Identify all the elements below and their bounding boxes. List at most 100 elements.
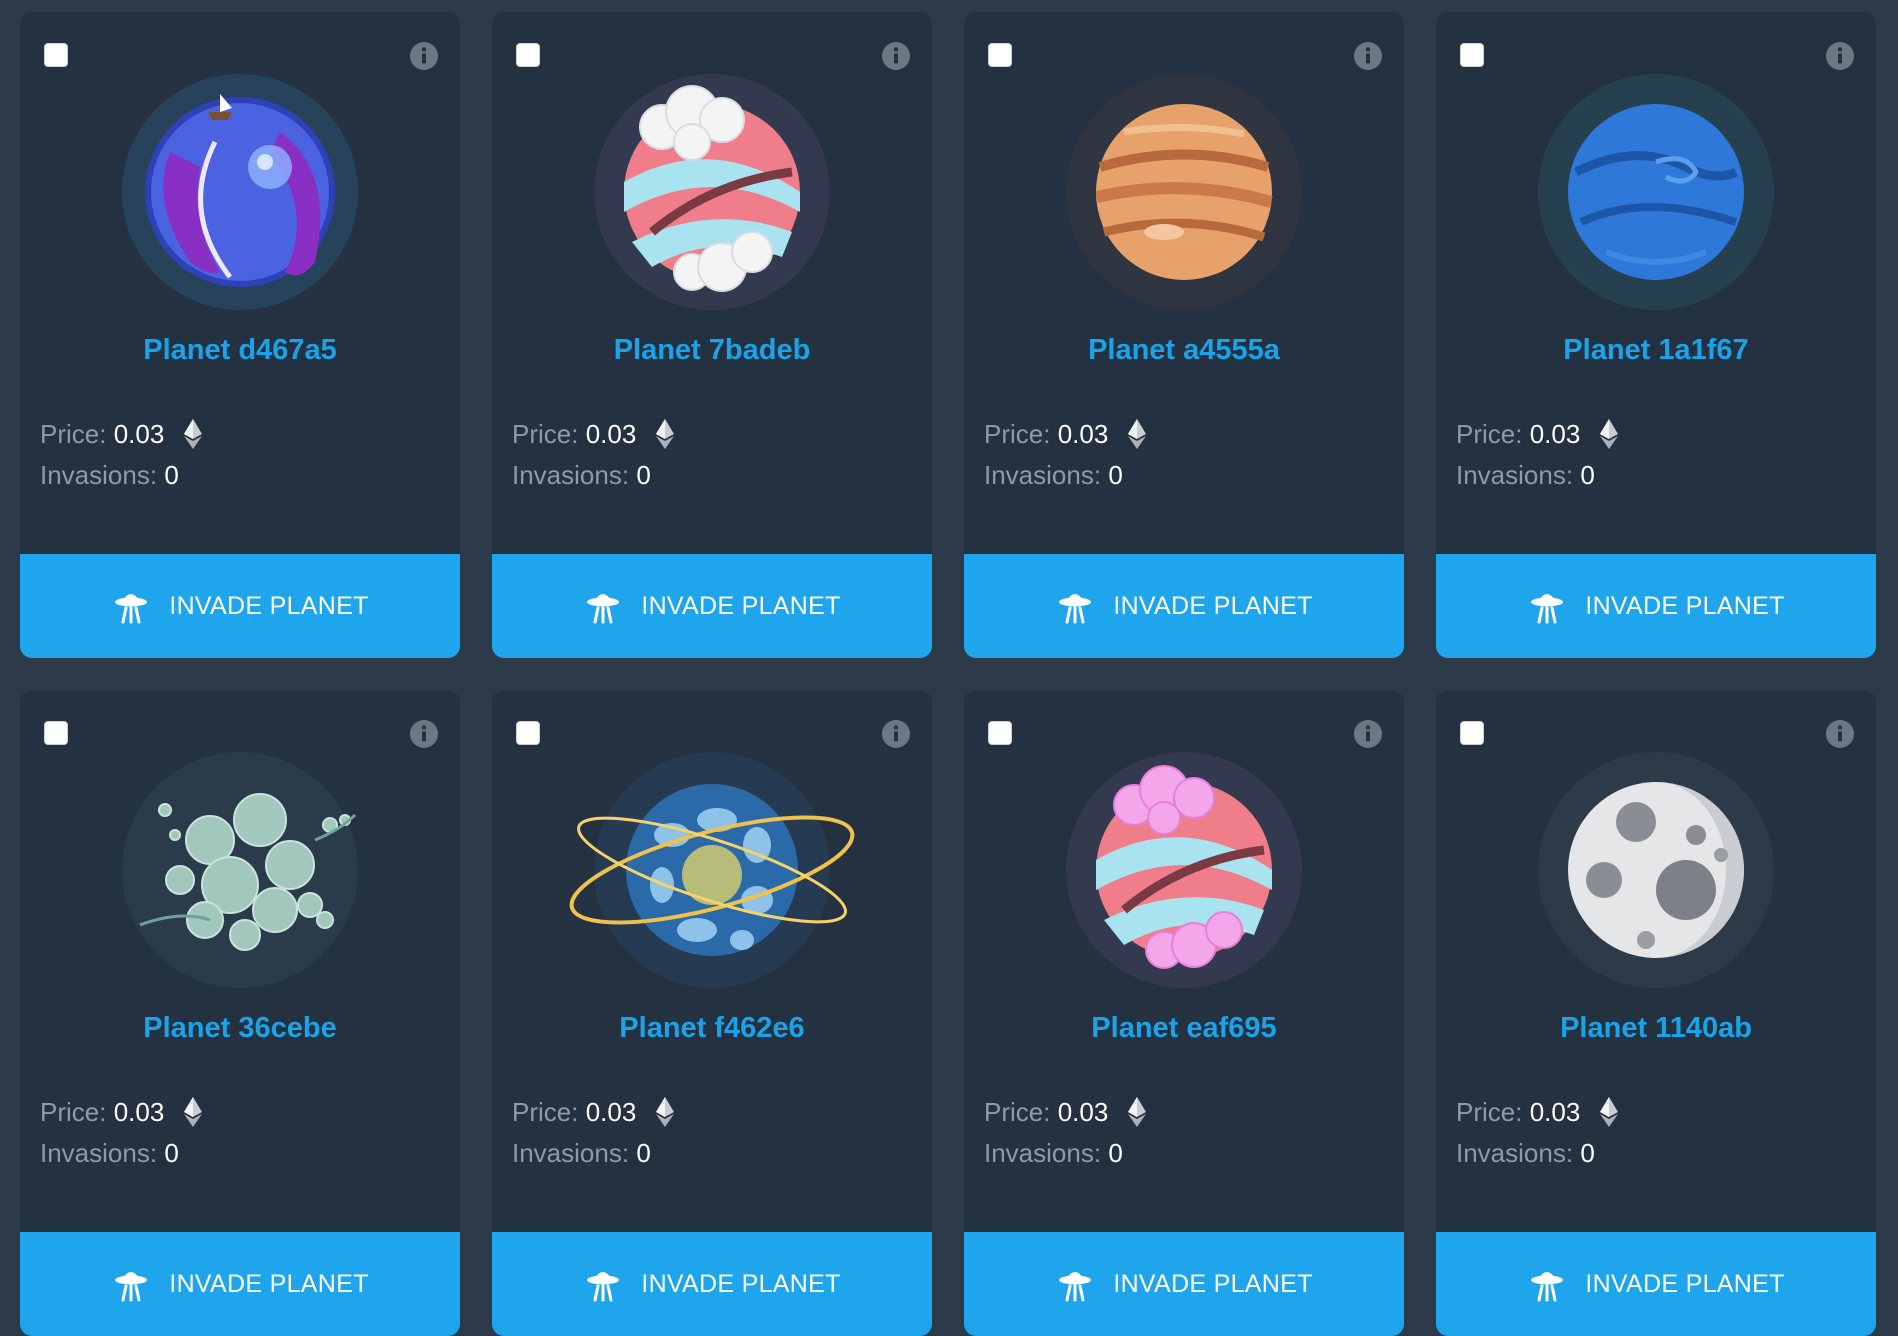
price-row: Price: 0.03: [1456, 1092, 1618, 1133]
planet-name[interactable]: Planet d467a5: [20, 334, 460, 367]
planet-stats: Price: 0.03 Invasions: 0: [40, 1092, 202, 1174]
invade-planet-button[interactable]: INVADE PLANET: [492, 554, 932, 658]
planet-name[interactable]: Planet eaf695: [964, 1012, 1404, 1045]
invasions-row: Invasions: 0: [512, 1133, 674, 1174]
price-label: Price:: [40, 1097, 107, 1127]
planet-name[interactable]: Planet 1140ab: [1436, 1012, 1876, 1045]
invade-planet-button[interactable]: INVADE PLANET: [1436, 554, 1876, 658]
invasions-label: Invasions:: [1456, 460, 1574, 490]
planet-image: [120, 72, 360, 312]
select-checkbox[interactable]: [516, 721, 540, 745]
info-icon[interactable]: [880, 40, 912, 72]
info-icon[interactable]: [1352, 718, 1384, 750]
planet-image: [592, 72, 832, 312]
planet-stats: Price: 0.03 Invasions: 0: [1456, 414, 1618, 496]
planet-image: [1064, 72, 1304, 312]
planet-name[interactable]: Planet 1a1f67: [1436, 334, 1876, 367]
planet-card: Planet 7badeb Price: 0.03 Invasions: 0 I…: [492, 12, 932, 658]
planet-card: Planet 36cebe Price: 0.03 Invasions: 0 I…: [20, 690, 460, 1336]
invasions-row: Invasions: 0: [1456, 1133, 1618, 1174]
ufo-icon: [1531, 594, 1564, 624]
price-row: Price: 0.03: [984, 414, 1146, 455]
price-value: 0.03: [113, 419, 165, 449]
info-icon[interactable]: [408, 40, 440, 72]
info-icon[interactable]: [880, 718, 912, 750]
planet-name[interactable]: Planet 7badeb: [492, 334, 932, 367]
price-label: Price:: [1456, 1097, 1523, 1127]
price-row: Price: 0.03: [512, 414, 674, 455]
planet-image: [1536, 750, 1776, 990]
planet-card: Planet 1a1f67 Price: 0.03 Invasions: 0 I…: [1436, 12, 1876, 658]
invasions-label: Invasions:: [40, 1138, 158, 1168]
invasions-row: Invasions: 0: [40, 1133, 202, 1174]
ufo-icon: [1059, 594, 1092, 624]
select-checkbox[interactable]: [988, 721, 1012, 745]
ethereum-icon: [183, 419, 202, 449]
ethereum-icon: [1127, 1097, 1146, 1127]
invade-planet-button[interactable]: INVADE PLANET: [964, 554, 1404, 658]
invasions-row: Invasions: 0: [512, 455, 674, 496]
ethereum-icon: [1599, 1097, 1618, 1127]
ethereum-icon: [1599, 419, 1618, 449]
invade-button-label: INVADE PLANET: [1585, 591, 1785, 620]
price-label: Price:: [984, 1097, 1051, 1127]
invade-planet-button[interactable]: INVADE PLANET: [1436, 1232, 1876, 1336]
invade-button-label: INVADE PLANET: [641, 591, 841, 620]
invade-button-label: INVADE PLANET: [641, 1269, 841, 1298]
info-icon[interactable]: [1352, 40, 1384, 72]
planet-image: [120, 750, 360, 990]
ufo-icon: [587, 1272, 620, 1302]
info-icon[interactable]: [1824, 718, 1856, 750]
price-value: 0.03: [113, 1097, 165, 1127]
invasions-label: Invasions:: [40, 460, 158, 490]
price-row: Price: 0.03: [40, 414, 202, 455]
invasions-row: Invasions: 0: [984, 455, 1146, 496]
invasions-row: Invasions: 0: [1456, 455, 1618, 496]
select-checkbox[interactable]: [44, 43, 68, 67]
select-checkbox[interactable]: [1460, 43, 1484, 67]
invade-planet-button[interactable]: INVADE PLANET: [492, 1232, 932, 1336]
ufo-icon: [587, 594, 620, 624]
planet-stats: Price: 0.03 Invasions: 0: [1456, 1092, 1618, 1174]
invade-button-label: INVADE PLANET: [1585, 1269, 1785, 1298]
price-label: Price:: [512, 1097, 579, 1127]
select-checkbox[interactable]: [1460, 721, 1484, 745]
planet-card: Planet eaf695 Price: 0.03 Invasions: 0 I…: [964, 690, 1404, 1336]
price-label: Price:: [40, 419, 107, 449]
price-label: Price:: [512, 419, 579, 449]
invade-button-label: INVADE PLANET: [169, 591, 369, 620]
invasions-row: Invasions: 0: [40, 455, 202, 496]
invade-planet-button[interactable]: INVADE PLANET: [964, 1232, 1404, 1336]
planet-name[interactable]: Planet 36cebe: [20, 1012, 460, 1045]
price-value: 0.03: [1529, 1097, 1581, 1127]
price-label: Price:: [1456, 419, 1523, 449]
planet-card: Planet f462e6 Price: 0.03 Invasions: 0 I…: [492, 690, 932, 1336]
invade-planet-button[interactable]: INVADE PLANET: [20, 1232, 460, 1336]
planet-image: [569, 750, 855, 990]
price-row: Price: 0.03: [984, 1092, 1146, 1133]
info-icon[interactable]: [1824, 40, 1856, 72]
select-checkbox[interactable]: [516, 43, 540, 67]
invasions-value: 0: [1108, 460, 1123, 490]
price-value: 0.03: [1057, 1097, 1109, 1127]
ethereum-icon: [655, 1097, 674, 1127]
planet-card: Planet a4555a Price: 0.03 Invasions: 0 I…: [964, 12, 1404, 658]
price-row: Price: 0.03: [1456, 414, 1618, 455]
info-icon[interactable]: [408, 718, 440, 750]
planet-image: [1536, 72, 1776, 312]
ufo-icon: [115, 594, 148, 624]
invade-planet-button[interactable]: INVADE PLANET: [20, 554, 460, 658]
invasions-label: Invasions:: [984, 1138, 1102, 1168]
planet-name[interactable]: Planet f462e6: [492, 1012, 932, 1045]
ufo-icon: [1531, 1272, 1564, 1302]
price-row: Price: 0.03: [40, 1092, 202, 1133]
planet-name[interactable]: Planet a4555a: [964, 334, 1404, 367]
ethereum-icon: [1127, 419, 1146, 449]
planet-grid: Planet d467a5 Price: 0.03 Invasions: 0 I…: [20, 12, 1876, 1336]
invasions-label: Invasions:: [1456, 1138, 1574, 1168]
select-checkbox[interactable]: [988, 43, 1012, 67]
planet-stats: Price: 0.03 Invasions: 0: [984, 414, 1146, 496]
price-value: 0.03: [585, 1097, 637, 1127]
select-checkbox[interactable]: [44, 721, 68, 745]
invasions-value: 0: [1108, 1138, 1123, 1168]
